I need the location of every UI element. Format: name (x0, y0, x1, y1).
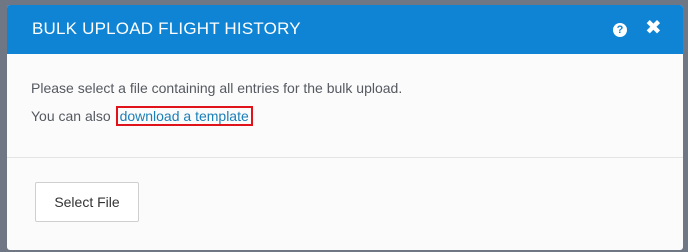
instruction-text: Please select a file containing all entr… (31, 80, 403, 96)
download-template-link[interactable]: download a template (115, 106, 253, 126)
dialog-body: Please select a file containing all entr… (7, 54, 683, 157)
dialog-header: BULK UPLOAD FLIGHT HISTORY ? ✖ (7, 5, 683, 54)
select-file-button[interactable]: Select File (35, 182, 139, 222)
template-line: You can also download a template (31, 106, 253, 126)
template-prefix-text: You can also (31, 108, 115, 124)
help-icon[interactable]: ? (613, 23, 627, 37)
close-icon[interactable]: ✖ (645, 18, 662, 38)
dialog-title: BULK UPLOAD FLIGHT HISTORY (32, 19, 301, 38)
footer-divider (7, 157, 683, 158)
bulk-upload-dialog: BULK UPLOAD FLIGHT HISTORY ? ✖ Please se… (7, 5, 683, 250)
